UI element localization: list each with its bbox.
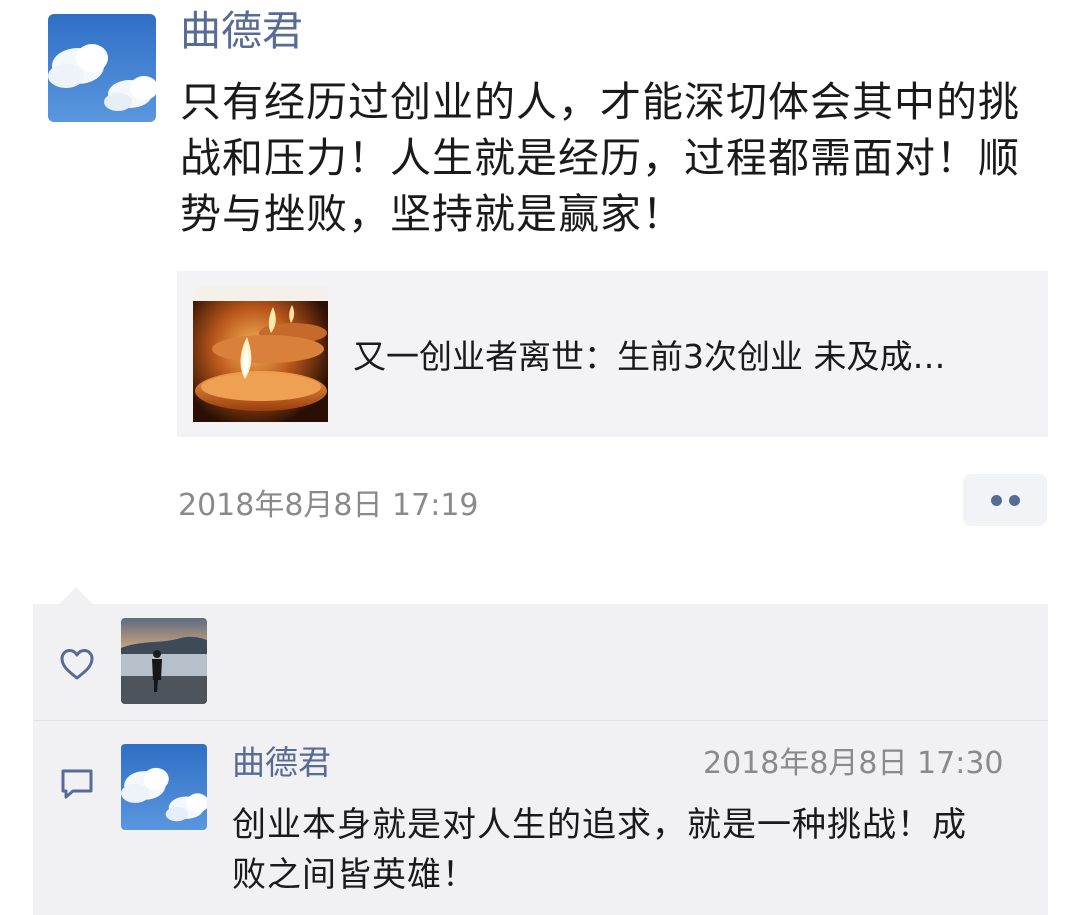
post-text: 只有经历过创业的人，才能深切体会其中的挑战和压力！人生就是经历，过程都需面对！顺… xyxy=(180,78,1020,238)
comment-author-name[interactable]: 曲德君 xyxy=(232,740,331,786)
commenter-avatar[interactable] xyxy=(121,744,207,830)
more-dots-icon xyxy=(991,495,1002,506)
candle-image-icon xyxy=(193,287,328,422)
sky-clouds-avatar-icon-2 xyxy=(121,744,207,830)
link-thumbnail xyxy=(193,287,328,422)
post-timestamp: 2018年8月8日 17:19 xyxy=(178,488,479,523)
more-actions-button[interactable] xyxy=(963,474,1047,526)
comment-timestamp: 2018年8月8日 17:30 xyxy=(703,746,1004,781)
sky-clouds-avatar-icon xyxy=(48,14,156,122)
comment-icon xyxy=(61,769,93,799)
interaction-panel-arrow xyxy=(58,587,94,605)
link-title: 又一创业者离世：生前3次创业 未及成… xyxy=(353,271,1023,437)
link-title-text: 又一创业者离世：生前3次创业 未及成… xyxy=(353,337,946,376)
liker-avatar[interactable] xyxy=(121,618,207,704)
author-avatar[interactable] xyxy=(48,14,156,122)
person-at-beach-avatar-icon xyxy=(121,618,207,704)
post-author-name[interactable]: 曲德君 xyxy=(180,4,303,58)
shared-link-card[interactable]: 又一创业者离世：生前3次创业 未及成… xyxy=(177,271,1048,437)
more-dots-icon-2 xyxy=(1009,495,1020,506)
comment-text: 创业本身就是对人生的追求，就是一种挑战！成败之间皆英雄！ xyxy=(232,805,967,895)
moments-post: 曲德君 只有经历过创业的人，才能深切体会其中的挑战和压力！人生就是经历，过程都需… xyxy=(0,0,1080,915)
heart-icon xyxy=(60,649,94,680)
